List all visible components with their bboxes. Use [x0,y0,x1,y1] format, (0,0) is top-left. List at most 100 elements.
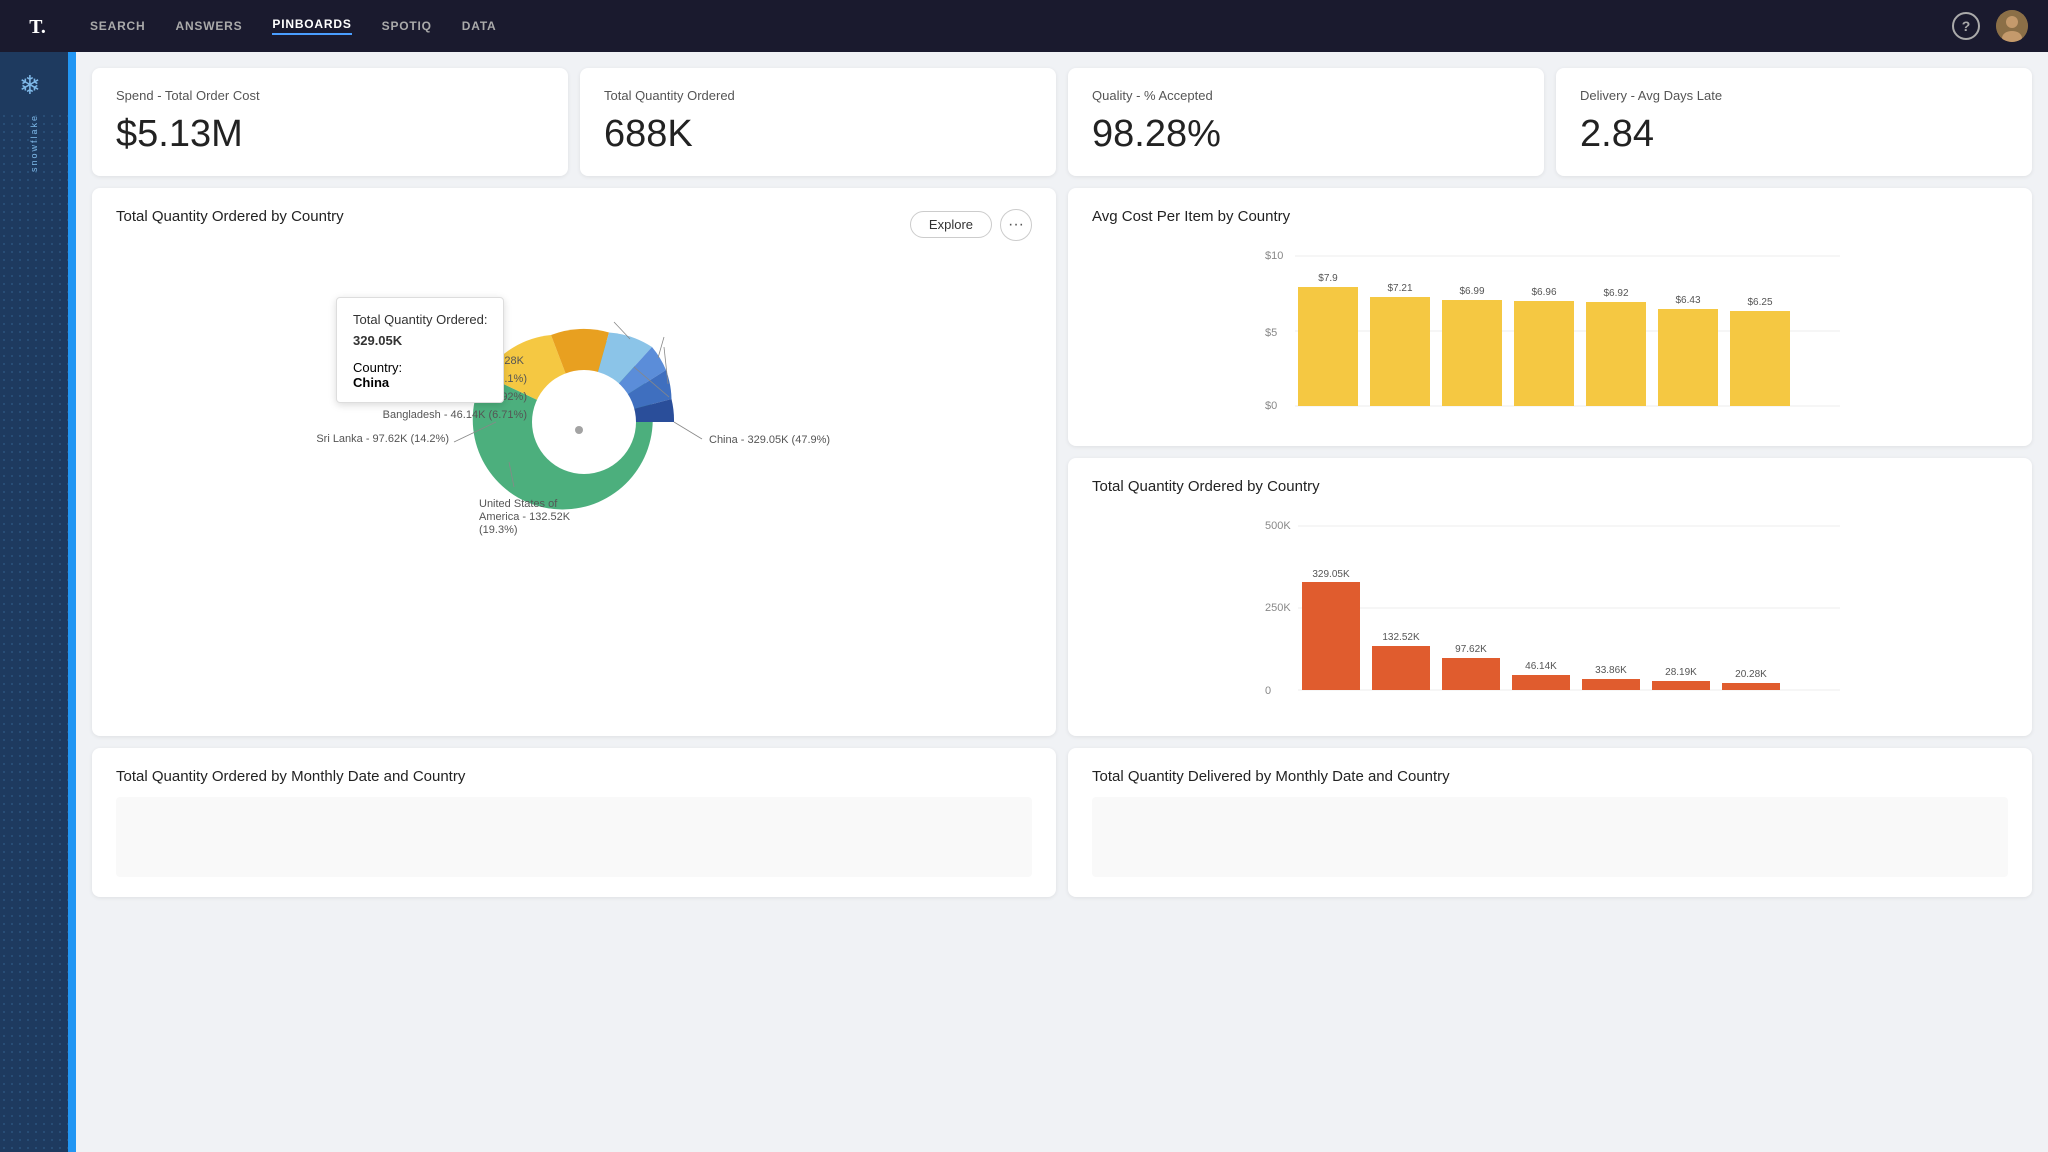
label-usa: United States of [479,498,558,510]
donut-container: Jordan - 20.28K Vietnam - 28.19K (4.1%) … [116,257,1032,577]
label-china: China - 329.05K (47.9%) [709,434,830,446]
dots-pattern [0,112,68,1152]
tooltip-value: 329.05K [353,333,402,348]
donut-header-right: Explore ··· [910,209,1032,241]
qty-bar-label-jordan: 20.28K [1735,669,1767,680]
bar-6.43 [1658,309,1718,406]
svg-text:❄: ❄ [19,72,41,100]
snowflake-brand-text: snowflake [29,114,39,172]
avg-cost-chart-area: $10 $5 $0 $7.9 $7.21 [1092,241,2008,426]
bottom-row: Total Quantity Ordered by Monthly Date a… [92,748,2032,897]
qty-bar-label-usa: 132.52K [1382,632,1420,643]
kpi-title-spend: Spend - Total Order Cost [116,88,544,103]
qty-country-bar-card: Total Quantity Ordered by Country 500K 2… [1068,458,2032,736]
qty-country-bar-title: Total Quantity Ordered by Country [1092,478,2008,495]
topnav: T. SEARCH ANSWERS PINBOARDS SPOTIQ DATA … [0,0,2048,52]
help-icon[interactable]: ? [1952,12,1980,40]
bottom-right-chart-placeholder [1092,797,2008,877]
qty-bar-china [1302,582,1360,690]
explore-button[interactable]: Explore [910,211,992,238]
y-250k: 250K [1265,602,1291,614]
label-usa2: America - 132.52K [479,511,571,523]
bar-6.96 [1514,301,1574,406]
nav-answers[interactable]: ANSWERS [175,19,242,33]
kpi-card-delivery: Delivery - Avg Days Late 2.84 [1556,68,2032,176]
bar-label-6.25: $6.25 [1747,297,1772,308]
y-label-5: $5 [1265,327,1277,339]
qty-bar-srilanka [1442,658,1500,690]
kpi-title-quality: Quality - % Accepted [1092,88,1520,103]
bar-label-6.43: $6.43 [1675,295,1700,306]
more-options-button[interactable]: ··· [1000,209,1032,241]
kpi-card-quality: Quality - % Accepted 98.28% [1068,68,1544,176]
bar-label-7.9: $7.9 [1318,273,1338,284]
qty-bar-label-bangladesh: 46.14K [1525,661,1557,672]
bar-6.99 [1442,300,1502,406]
bar-7.21 [1370,297,1430,406]
kpi-title-qty: Total Quantity Ordered [604,88,1032,103]
kpi-row: Spend - Total Order Cost $5.13M Total Qu… [92,68,2032,176]
blue-accent-bar [68,52,76,1152]
bar-7.9 [1298,287,1358,406]
label-srilanka: Sri Lanka - 97.62K (14.2%) [316,433,449,445]
nav-links: SEARCH ANSWERS PINBOARDS SPOTIQ DATA [90,17,497,35]
qty-bar-svg: 500K 250K 0 329.05K 132.52K [1092,511,2008,711]
nav-spotiq[interactable]: SPOTIQ [382,19,432,33]
chart-row-middle: Total Quantity Ordered by Country Explor… [92,188,2032,736]
qty-bar-label-vietnam: 28.19K [1665,667,1697,678]
kpi-value-quality: 98.28% [1092,113,1520,156]
kpi-value-delivery: 2.84 [1580,113,2008,156]
qty-bar-label-china: 329.05K [1312,569,1350,580]
avg-cost-title: Avg Cost Per Item by Country [1092,208,2008,225]
bottom-left-chart-placeholder [116,797,1032,877]
y-500k: 500K [1265,520,1291,532]
donut-chart-header: Total Quantity Ordered by Country Explor… [116,208,1032,241]
right-charts-col: Avg Cost Per Item by Country $10 $5 $0 [1068,188,2032,736]
donut-chart-title: Total Quantity Ordered by Country [116,208,344,225]
donut-center [532,370,636,474]
kpi-card-spend: Spend - Total Order Cost $5.13M [92,68,568,176]
nav-right: ? [1952,10,2028,42]
bottom-right-title: Total Quantity Delivered by Monthly Date… [1092,768,2008,785]
bottom-left-card: Total Quantity Ordered by Monthly Date a… [92,748,1056,897]
y-label-10: $10 [1265,250,1283,262]
left-sidebar: ❄ snowflake [0,52,68,1152]
y-0: 0 [1265,685,1271,697]
main-content: Spend - Total Order Cost $5.13M Total Qu… [76,52,2048,1152]
bar-label-6.99: $6.99 [1459,286,1484,297]
kpi-card-qty: Total Quantity Ordered 688K [580,68,1056,176]
tooltip-country: Country: China [353,360,487,390]
qty-bar-jordan [1722,683,1780,690]
svg-text:T.: T. [29,16,46,38]
bottom-left-title: Total Quantity Ordered by Monthly Date a… [116,768,1032,785]
bar-label-7.21: $7.21 [1387,283,1412,294]
bar-6.92 [1586,302,1646,406]
logo[interactable]: T. [20,6,60,46]
donut-chart-card: Total Quantity Ordered by Country Explor… [92,188,1056,736]
label-bangladesh: Bangladesh - 46.14K (6.71%) [383,409,527,421]
bar-label-6.96: $6.96 [1531,287,1556,298]
bar-6.25 [1730,311,1790,406]
label-usa3: (19.3%) [479,524,518,536]
qty-country-bar-area: 500K 250K 0 329.05K 132.52K [1092,511,2008,716]
cursor-dot [575,426,583,434]
bottom-right-card: Total Quantity Delivered by Monthly Date… [1068,748,2032,897]
bar-label-6.92: $6.92 [1603,288,1628,299]
kpi-title-delivery: Delivery - Avg Days Late [1580,88,2008,103]
kpi-value-qty: 688K [604,113,1032,156]
qty-bar-usa [1372,646,1430,690]
avatar[interactable] [1996,10,2028,42]
nav-pinboards[interactable]: PINBOARDS [272,17,351,35]
tooltip-label1: Total Quantity Ordered: 329.05K [353,310,487,352]
avg-cost-chart-card: Avg Cost Per Item by Country $10 $5 $0 [1068,188,2032,446]
qty-bar-bangladesh [1512,675,1570,690]
qty-bar-label-elsalvador: 33.86K [1595,665,1627,676]
qty-bar-vietnam [1652,681,1710,690]
qty-bar-elsalvador [1582,679,1640,690]
donut-tooltip: Total Quantity Ordered: 329.05K Country:… [336,297,504,403]
y-label-0: $0 [1265,400,1277,412]
avg-cost-svg: $10 $5 $0 $7.9 $7.21 [1092,241,2008,421]
nav-data[interactable]: DATA [462,19,497,33]
nav-search[interactable]: SEARCH [90,19,145,33]
tooltip-country-value: China [353,375,389,390]
